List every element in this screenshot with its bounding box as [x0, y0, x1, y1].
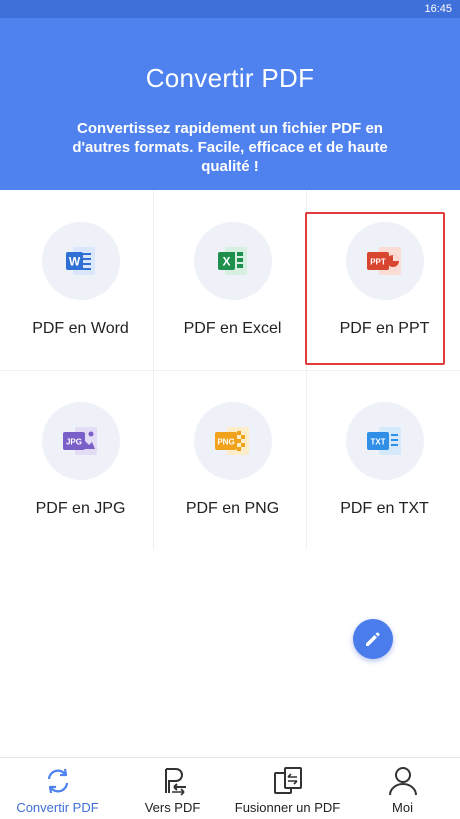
nav-label: Fusionner un PDF — [234, 800, 341, 815]
tool-icon-circle: JPG — [42, 402, 120, 480]
png-icon: PNG — [215, 427, 249, 455]
txt-icon: TXT — [367, 427, 401, 455]
convert-icon — [47, 768, 68, 794]
merge-icon — [273, 767, 302, 794]
pencil-icon — [366, 632, 380, 646]
tool-badge: PNG — [217, 438, 234, 447]
header: Convertir PDF Convertissez rapidement un… — [0, 18, 460, 190]
tool-icon-circle: PNG — [194, 402, 272, 480]
nav-profile[interactable]: Moi — [345, 758, 460, 819]
tool-label: PDF en PNG — [185, 500, 280, 517]
tool-icon-circle: W — [42, 222, 120, 300]
page-subtitle: Convertissez rapidement un fichier PDF e… — [72, 120, 388, 175]
tool-label: PDF en JPG — [35, 500, 126, 517]
nav-label: Moi — [392, 800, 413, 815]
tool-label: PDF en Excel — [183, 320, 282, 337]
nav-label: Convertir PDF — [16, 800, 99, 815]
profile-icon — [388, 767, 417, 796]
word-icon: W — [66, 247, 95, 275]
to-pdf-icon — [164, 768, 186, 796]
page-title: Convertir PDF — [145, 63, 315, 93]
status-bar: 16:45 — [0, 0, 460, 18]
tool-badge: W — [69, 255, 81, 269]
tool-pdf-to-txt[interactable]: TXT PDF en TXT — [308, 370, 460, 550]
tool-badge: TXT — [370, 438, 385, 447]
excel-icon: X — [218, 247, 247, 275]
status-time: 16:45 — [424, 3, 452, 15]
tool-pdf-to-png[interactable]: PNG PDF en PNG — [156, 370, 309, 550]
tool-icon-circle: X — [194, 222, 272, 300]
nav-convert-pdf[interactable]: Convertir PDF — [0, 758, 115, 819]
tool-pdf-to-word[interactable]: W PDF en Word — [4, 190, 157, 370]
tool-pdf-to-jpg[interactable]: JPG PDF en JPG — [4, 370, 157, 550]
nav-label: Vers PDF — [144, 800, 201, 815]
tool-pdf-to-excel[interactable]: X PDF en Excel — [156, 190, 309, 370]
tool-icon-circle: TXT — [346, 402, 424, 480]
tool-label: PDF en Word — [32, 320, 129, 337]
tool-badge: X — [222, 255, 230, 269]
highlight-box — [305, 212, 445, 365]
bottom-nav: Convertir PDF Vers PDF Fusionner un PDF … — [0, 757, 460, 819]
jpg-icon: JPG — [63, 427, 97, 455]
nav-merge-pdf[interactable]: Fusionner un PDF — [230, 758, 345, 819]
edit-fab-button[interactable] — [353, 619, 393, 659]
tool-label: PDF en TXT — [340, 500, 429, 517]
tool-badge: JPG — [66, 438, 82, 447]
nav-to-pdf[interactable]: Vers PDF — [115, 758, 230, 819]
